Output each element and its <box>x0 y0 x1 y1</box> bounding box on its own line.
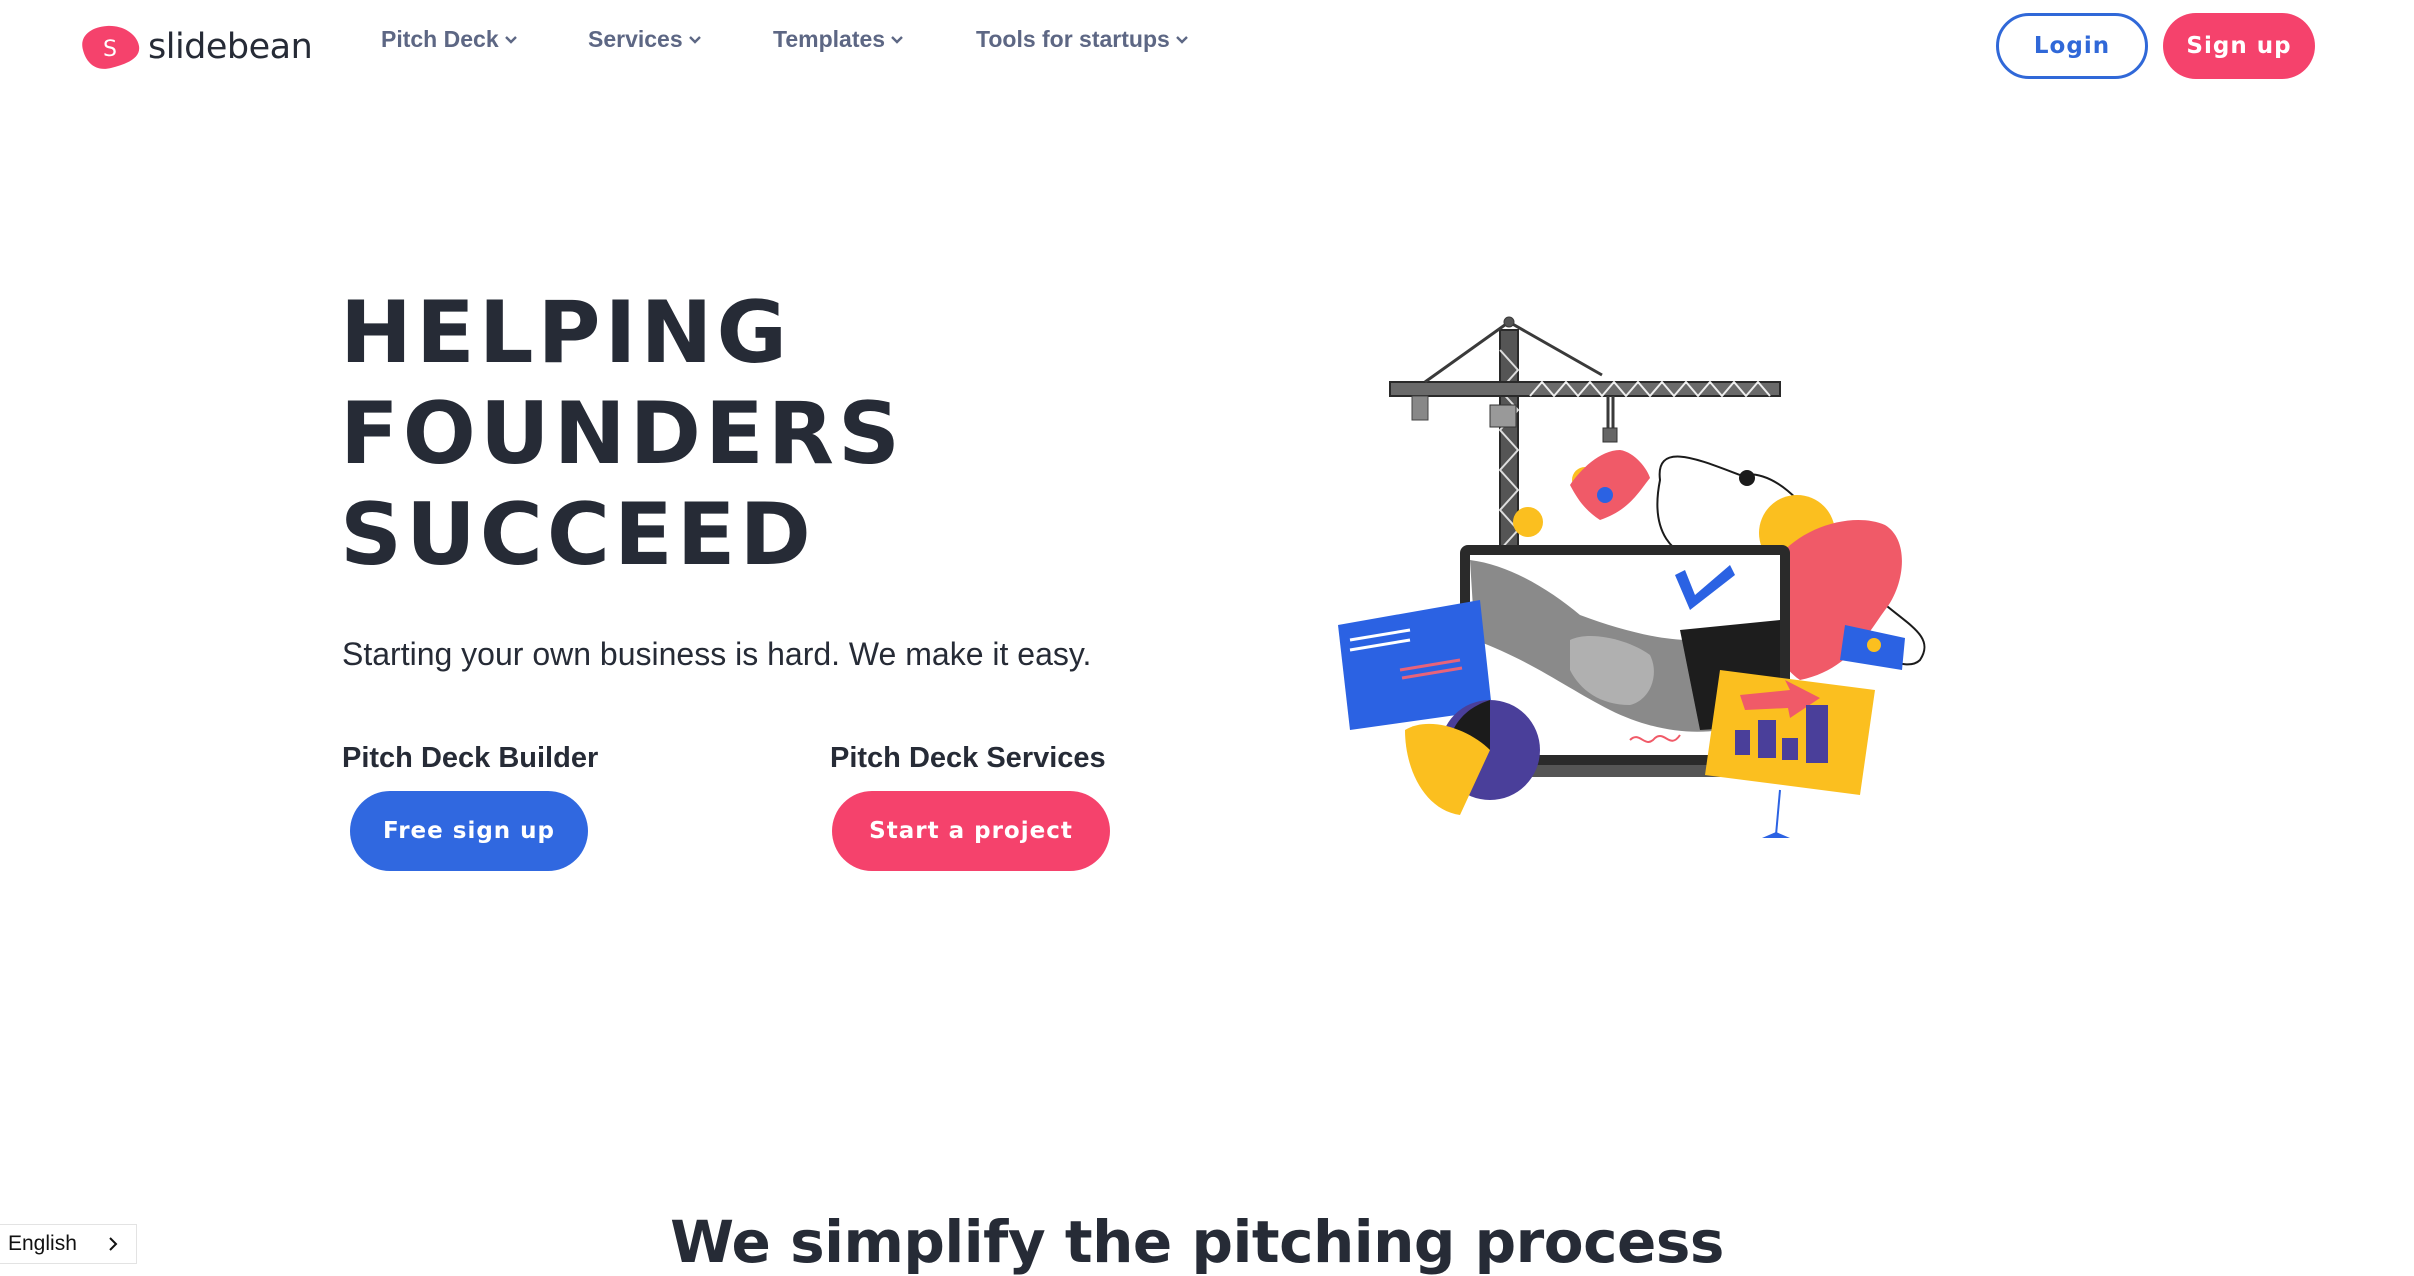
chevron-down-icon <box>504 35 517 44</box>
language-label: English <box>8 1232 77 1255</box>
pitch-deck-services-label: Pitch Deck Services <box>830 742 1106 774</box>
hero-illustration <box>1338 316 1926 838</box>
nav-label: Pitch Deck <box>381 26 499 52</box>
hero-subtitle: Starting your own business is hard. We m… <box>342 636 1092 672</box>
chevron-down-icon <box>688 35 701 44</box>
login-button[interactable]: Login <box>1996 13 2148 79</box>
chevron-down-icon <box>891 35 903 44</box>
crane-icon <box>1389 316 1781 561</box>
hero-title-line: SUCCEED <box>340 485 815 585</box>
bar-chart-board-icon <box>1705 670 1875 838</box>
section-title: We simplify the pitching process <box>670 1208 1724 1276</box>
pitch-deck-builder-label: Pitch Deck Builder <box>342 742 599 774</box>
logo-letter: S <box>103 37 117 62</box>
chevron-down-icon <box>1175 35 1188 44</box>
hero-title-line: HELPING <box>340 283 792 383</box>
nav-item-pitch-deck[interactable]: Pitch Deck <box>381 26 518 53</box>
logo-blob-icon: S <box>75 24 141 70</box>
signup-button[interactable]: Sign up <box>2163 13 2315 79</box>
hero-title-line: FOUNDERS <box>340 384 904 484</box>
start-project-button[interactable]: Start a project <box>832 791 1110 871</box>
language-selector[interactable]: English <box>0 1224 137 1264</box>
nav-item-tools-for-startups[interactable]: Tools for startups <box>976 26 1189 53</box>
nav-item-services[interactable]: Services <box>588 26 702 53</box>
nav-label: Services <box>588 26 683 52</box>
nav-label: Tools for startups <box>976 26 1170 52</box>
coin-icon <box>1513 507 1543 537</box>
nav-item-templates[interactable]: Templates <box>773 26 904 53</box>
hero-title: HELPING FOUNDERS SUCCEED <box>340 283 904 586</box>
brand-name: slidebean <box>148 27 313 67</box>
chevron-right-icon <box>109 1237 118 1251</box>
money-bill-icon <box>1570 450 1650 520</box>
slidebean-logo[interactable]: S slidebean <box>75 22 313 72</box>
free-signup-button[interactable]: Free sign up <box>350 791 588 871</box>
nav-label: Templates <box>773 26 886 52</box>
